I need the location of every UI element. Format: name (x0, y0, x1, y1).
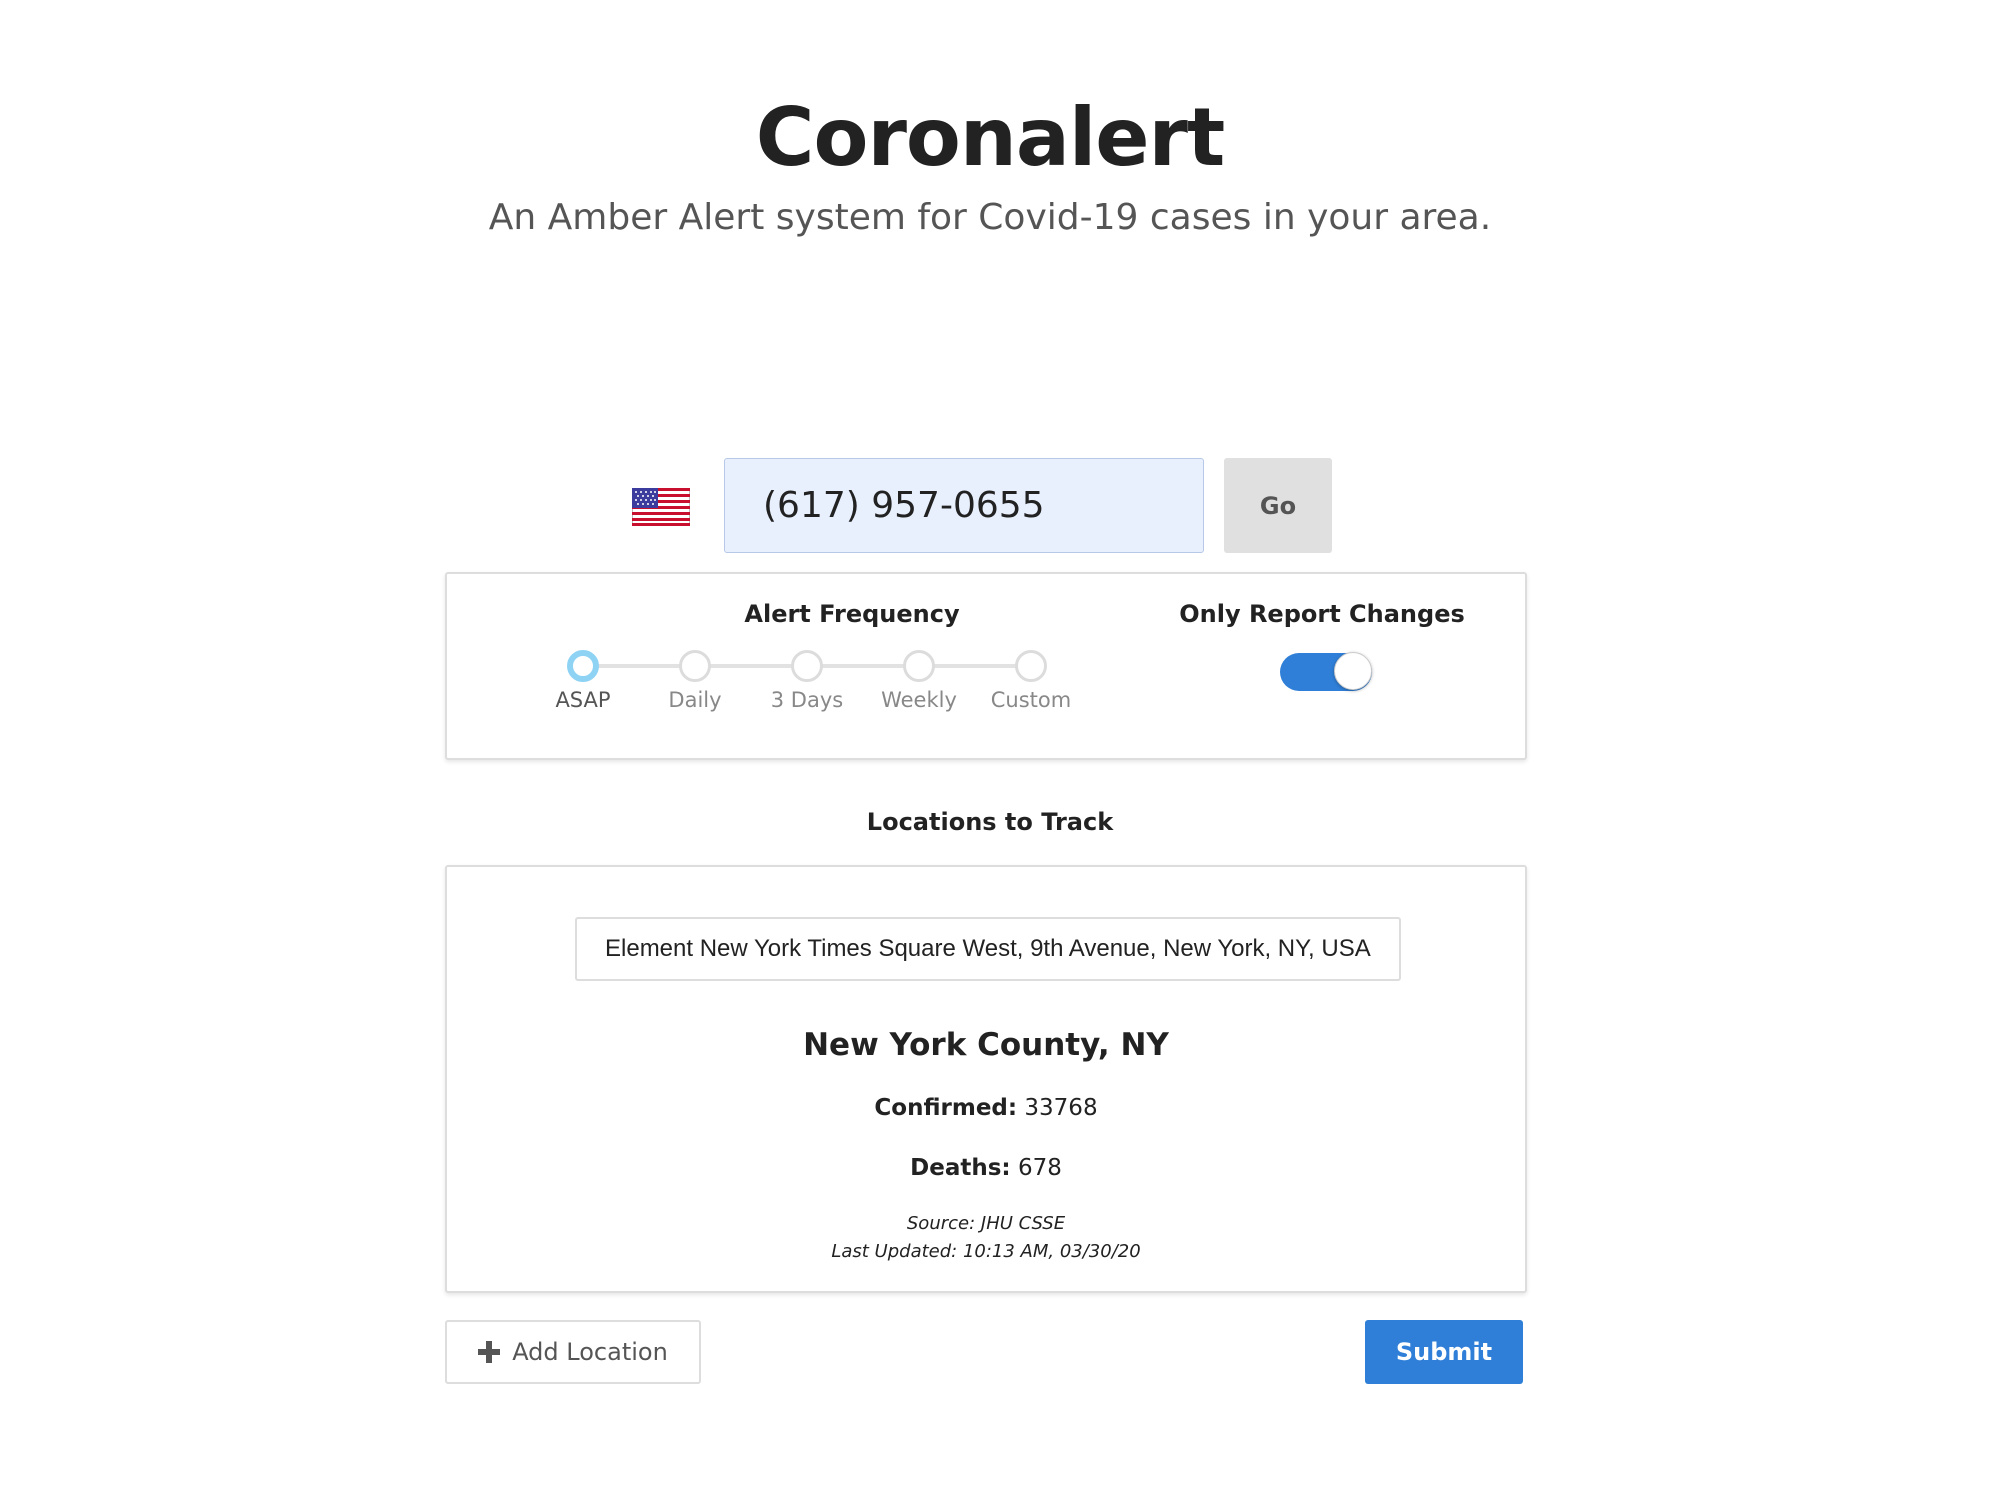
submit-button[interactable]: Submit (1365, 1320, 1523, 1384)
frequency-step-custom[interactable] (1015, 650, 1047, 682)
go-button[interactable]: Go (1224, 458, 1332, 553)
locations-heading: Locations to Track (866, 808, 1114, 836)
only-report-changes-toggle[interactable] (1280, 652, 1372, 691)
frequency-label-asap[interactable]: ASAP (523, 688, 643, 712)
frequency-step-weekly[interactable] (903, 650, 935, 682)
deaths-value: 678 (1017, 1155, 1062, 1181)
last-updated: Last Updated: 10:13 AM, 03/30/20 (831, 1241, 1141, 1262)
alert-frequency-heading: Alert Frequency (744, 600, 960, 628)
frequency-label-daily[interactable]: Daily (635, 688, 755, 712)
add-location-label: Add Location (512, 1338, 668, 1366)
county-name: New York County, NY (803, 1027, 1169, 1063)
frequency-step-daily[interactable] (679, 650, 711, 682)
toggle-knob (1334, 652, 1372, 690)
page-subtitle: An Amber Alert system for Covid-19 cases… (488, 197, 1492, 238)
only-report-changes-heading: Only Report Changes (1179, 600, 1465, 628)
deaths-label: Deaths: (910, 1155, 1011, 1181)
add-location-button[interactable]: Add Location (445, 1320, 701, 1384)
data-source: Source: JHU CSSE (906, 1213, 1066, 1234)
us-flag-icon[interactable] (632, 488, 690, 526)
confirmed-label: Confirmed: (874, 1095, 1018, 1121)
frequency-step-3-days[interactable] (791, 650, 823, 682)
confirmed-value: 33768 (1024, 1095, 1098, 1121)
frequency-label-3-days[interactable]: 3 Days (747, 688, 867, 712)
plus-icon (478, 1341, 501, 1363)
location-search-input[interactable] (575, 917, 1401, 981)
frequency-label-custom[interactable]: Custom (971, 688, 1091, 712)
settings-panel: Alert Frequency ASAP Daily 3 Days Weekly… (445, 572, 1527, 760)
page-title: Coronalert (755, 91, 1225, 184)
confirmed-stat: Confirmed: 33768 (447, 1095, 1525, 1121)
frequency-step-asap[interactable] (567, 650, 599, 682)
deaths-stat: Deaths: 678 (447, 1155, 1525, 1181)
location-card: New York County, NY Confirmed: 33768 Dea… (445, 865, 1527, 1293)
frequency-label-weekly[interactable]: Weekly (859, 688, 979, 712)
phone-number-input[interactable] (724, 458, 1204, 553)
